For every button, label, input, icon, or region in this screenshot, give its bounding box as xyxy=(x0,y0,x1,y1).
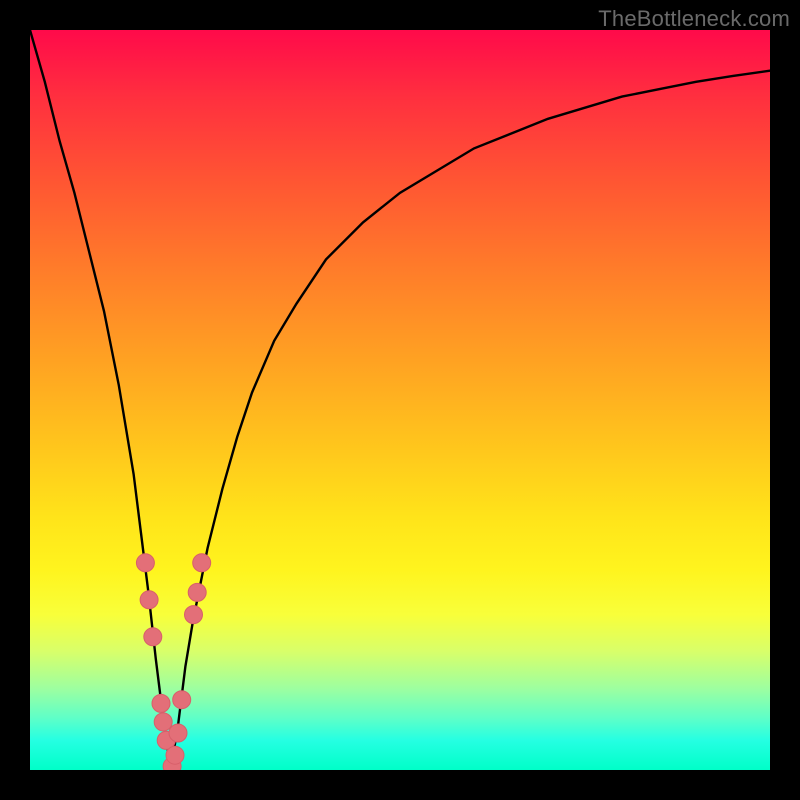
data-marker xyxy=(193,554,211,572)
data-marker xyxy=(136,554,154,572)
data-marker xyxy=(144,628,162,646)
data-marker xyxy=(154,713,172,731)
data-marker xyxy=(173,691,191,709)
chart-plot-area xyxy=(30,30,770,770)
data-marker xyxy=(185,606,203,624)
data-marker xyxy=(152,694,170,712)
data-marker xyxy=(169,724,187,742)
chart-svg xyxy=(30,30,770,770)
data-marker xyxy=(166,746,184,764)
data-marker xyxy=(188,583,206,601)
data-marker xyxy=(140,591,158,609)
watermark-text: TheBottleneck.com xyxy=(598,6,790,32)
bottleneck-curve xyxy=(30,30,770,770)
